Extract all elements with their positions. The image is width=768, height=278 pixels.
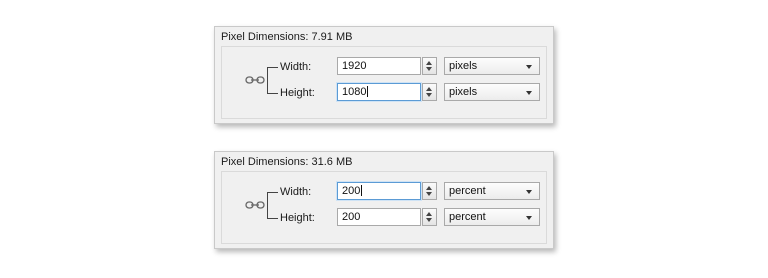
width-input[interactable]: 1920 xyxy=(337,57,421,75)
width-unit-value: percent xyxy=(449,185,486,197)
width-value: 1920 xyxy=(342,60,367,72)
pixel-dimensions-panel-2: Pixel Dimensions: 31.6 MB Width: 200 per… xyxy=(214,151,554,249)
chevron-down-icon xyxy=(526,65,532,69)
bracket-tick-bottom xyxy=(273,93,278,94)
spin-up-icon[interactable] xyxy=(426,212,432,216)
spin-up-icon[interactable] xyxy=(426,87,432,91)
width-unit-select[interactable]: percent xyxy=(444,182,540,200)
width-spinner[interactable] xyxy=(422,182,437,200)
spin-up-icon[interactable] xyxy=(426,186,432,190)
height-unit-select[interactable]: pixels xyxy=(444,83,540,101)
pixel-dimensions-panel-1: Pixel Dimensions: 7.91 MB Width: 1920 pi… xyxy=(214,26,554,124)
height-value: 1080 xyxy=(342,86,367,98)
height-spinner[interactable] xyxy=(422,83,437,101)
height-label: Height: xyxy=(280,87,315,99)
width-label: Width: xyxy=(280,186,312,198)
width-label: Width: xyxy=(280,61,312,73)
pixel-dimensions-title: Pixel Dimensions: 31.6 MB xyxy=(221,156,353,168)
width-unit-select[interactable]: pixels xyxy=(444,57,540,75)
width-unit-value: pixels xyxy=(449,60,478,72)
chevron-down-icon xyxy=(526,91,532,95)
spin-down-icon[interactable] xyxy=(426,192,432,196)
spin-down-icon[interactable] xyxy=(426,218,432,222)
chain-link-icon[interactable] xyxy=(245,75,265,85)
dimensions-group: Width: 200 percent Height: 200 percent xyxy=(221,171,547,244)
text-caret xyxy=(361,185,363,196)
constrain-proportions-bracket xyxy=(267,192,274,219)
height-value: 200 xyxy=(342,211,361,223)
bracket-tick-top xyxy=(273,192,278,193)
text-caret xyxy=(367,86,369,97)
width-spinner[interactable] xyxy=(422,57,437,75)
spin-up-icon[interactable] xyxy=(426,61,432,65)
bracket-tick-bottom xyxy=(273,218,278,219)
constrain-proportions-bracket xyxy=(267,67,274,94)
chain-link-icon[interactable] xyxy=(245,200,265,210)
dimensions-group: Width: 1920 pixels Height: 1080 pixels xyxy=(221,46,547,119)
width-input[interactable]: 200 xyxy=(337,182,421,200)
chevron-down-icon xyxy=(526,190,532,194)
bracket-tick-top xyxy=(273,67,278,68)
height-input[interactable]: 200 xyxy=(337,208,421,226)
height-spinner[interactable] xyxy=(422,208,437,226)
pixel-dimensions-title: Pixel Dimensions: 7.91 MB xyxy=(221,31,353,43)
spin-down-icon[interactable] xyxy=(426,67,432,71)
height-input[interactable]: 1080 xyxy=(337,83,421,101)
height-unit-value: pixels xyxy=(449,86,478,98)
chevron-down-icon xyxy=(526,216,532,220)
spin-down-icon[interactable] xyxy=(426,93,432,97)
width-value: 200 xyxy=(342,185,361,197)
height-unit-select[interactable]: percent xyxy=(444,208,540,226)
height-label: Height: xyxy=(280,212,315,224)
height-unit-value: percent xyxy=(449,211,486,223)
